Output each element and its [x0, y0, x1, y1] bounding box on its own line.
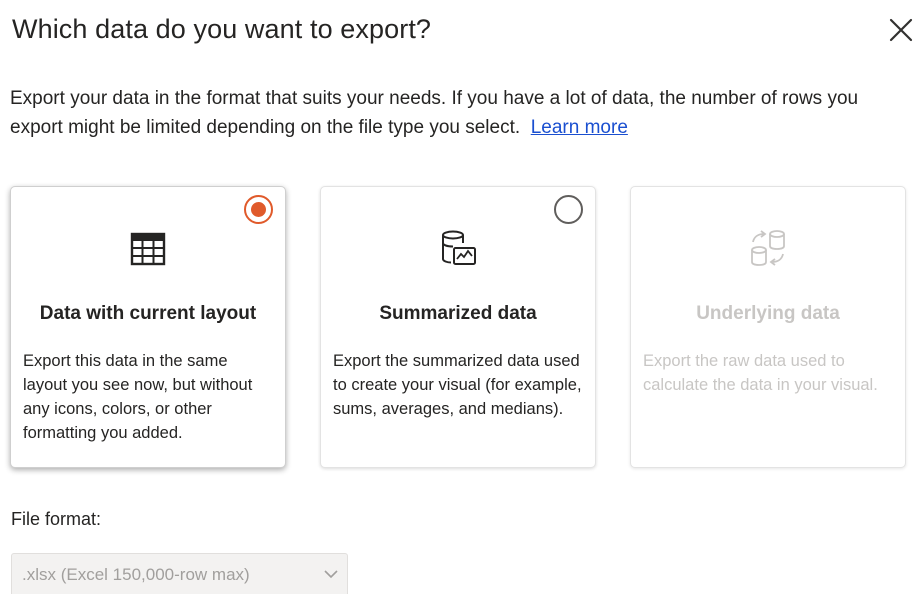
- close-icon[interactable]: [888, 17, 914, 43]
- file-format-label: File format:: [11, 509, 102, 529]
- option-title: Data with current layout: [39, 303, 257, 324]
- option-summarized-data[interactable]: Summarized data Export the summarized da…: [320, 186, 596, 468]
- description-text: Export your data in the format that suit…: [10, 88, 859, 138]
- learn-more-link[interactable]: Learn more: [531, 117, 628, 138]
- option-radio-selected[interactable]: [244, 195, 273, 224]
- table-icon: [130, 232, 166, 266]
- option-description: Export this data in the same layout you …: [23, 352, 253, 442]
- chevron-down-icon: [324, 570, 338, 579]
- option-radio[interactable]: [554, 195, 583, 224]
- option-title: Summarized data: [379, 303, 537, 324]
- file-format-select[interactable]: .xlsx (Excel 150,000-row max): [11, 553, 348, 594]
- option-title: Underlying data: [696, 303, 840, 324]
- dialog-description: Export your data in the format that suit…: [10, 84, 910, 142]
- export-data-dialog: Which data do you want to export? Export…: [0, 0, 917, 594]
- option-description: Export the summarized data used to creat…: [333, 352, 582, 418]
- underlying-data-icon: [751, 230, 785, 266]
- file-format-value: .xlsx (Excel 150,000-row max): [22, 565, 250, 584]
- option-description: Export the raw data used to calculate th…: [643, 352, 878, 394]
- option-underlying-data: Underlying data Export the raw data used…: [630, 186, 906, 468]
- summarized-data-icon: [442, 230, 476, 265]
- option-data-with-current-layout[interactable]: Data with current layout Export this dat…: [10, 186, 286, 468]
- dialog-title: Which data do you want to export?: [12, 14, 432, 44]
